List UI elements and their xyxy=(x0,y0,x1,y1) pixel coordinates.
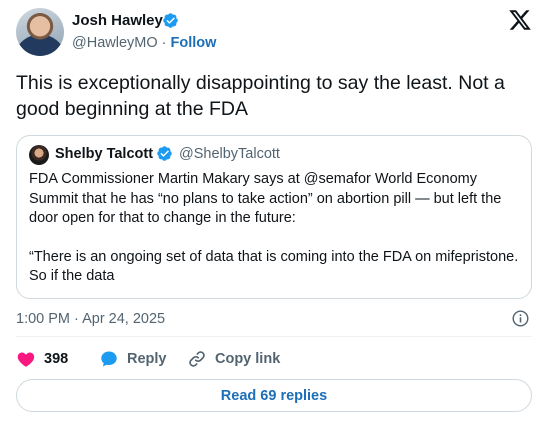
like-button[interactable]: 398 xyxy=(16,349,68,369)
author-name[interactable]: Josh Hawley xyxy=(72,12,163,29)
link-icon xyxy=(189,351,205,367)
tweet-timestamp[interactable]: 1:00 PM · Apr 24, 2025 xyxy=(16,311,165,327)
quote-author-avatar[interactable] xyxy=(29,145,49,165)
tweet-card: Josh Hawley @HawleyMO · Follow This is e… xyxy=(0,0,548,425)
reply-button[interactable]: Reply xyxy=(99,349,167,369)
quote-paragraph: FDA Commissioner Martin Makary says at @… xyxy=(29,171,502,226)
author-handle-row: @HawleyMO · Follow xyxy=(72,35,216,51)
author-avatar[interactable] xyxy=(16,8,64,56)
copy-link-button[interactable]: Copy link xyxy=(187,349,280,369)
quote-author-name[interactable]: Shelby Talcott xyxy=(55,146,153,162)
x-logo-icon[interactable] xyxy=(508,8,532,32)
heart-icon xyxy=(17,352,35,367)
reply-bubble-icon xyxy=(101,351,117,367)
verified-badge-icon xyxy=(163,13,178,28)
quote-paragraph: “There is an ongoing set of data that is… xyxy=(29,248,519,285)
reply-label: Reply xyxy=(127,351,167,367)
divider xyxy=(16,336,532,337)
info-icon[interactable] xyxy=(511,309,530,328)
follow-link[interactable]: Follow xyxy=(171,35,217,51)
handle-separator: · xyxy=(161,35,167,51)
quote-author-handle[interactable]: @ShelbyTalcott xyxy=(179,146,280,162)
read-replies-button[interactable]: Read 69 replies xyxy=(16,379,532,412)
author-handle[interactable]: @HawleyMO xyxy=(72,35,158,51)
verified-badge-icon xyxy=(157,146,172,161)
tweet-text: This is exceptionally disappointing to s… xyxy=(16,72,505,120)
like-count: 398 xyxy=(44,351,69,367)
copy-link-label: Copy link xyxy=(215,351,281,367)
quote-text: FDA Commissioner Martin Makary says at @… xyxy=(29,170,519,287)
quoted-tweet[interactable]: Shelby Talcott @ShelbyTalcott FDA Commis… xyxy=(16,135,532,299)
